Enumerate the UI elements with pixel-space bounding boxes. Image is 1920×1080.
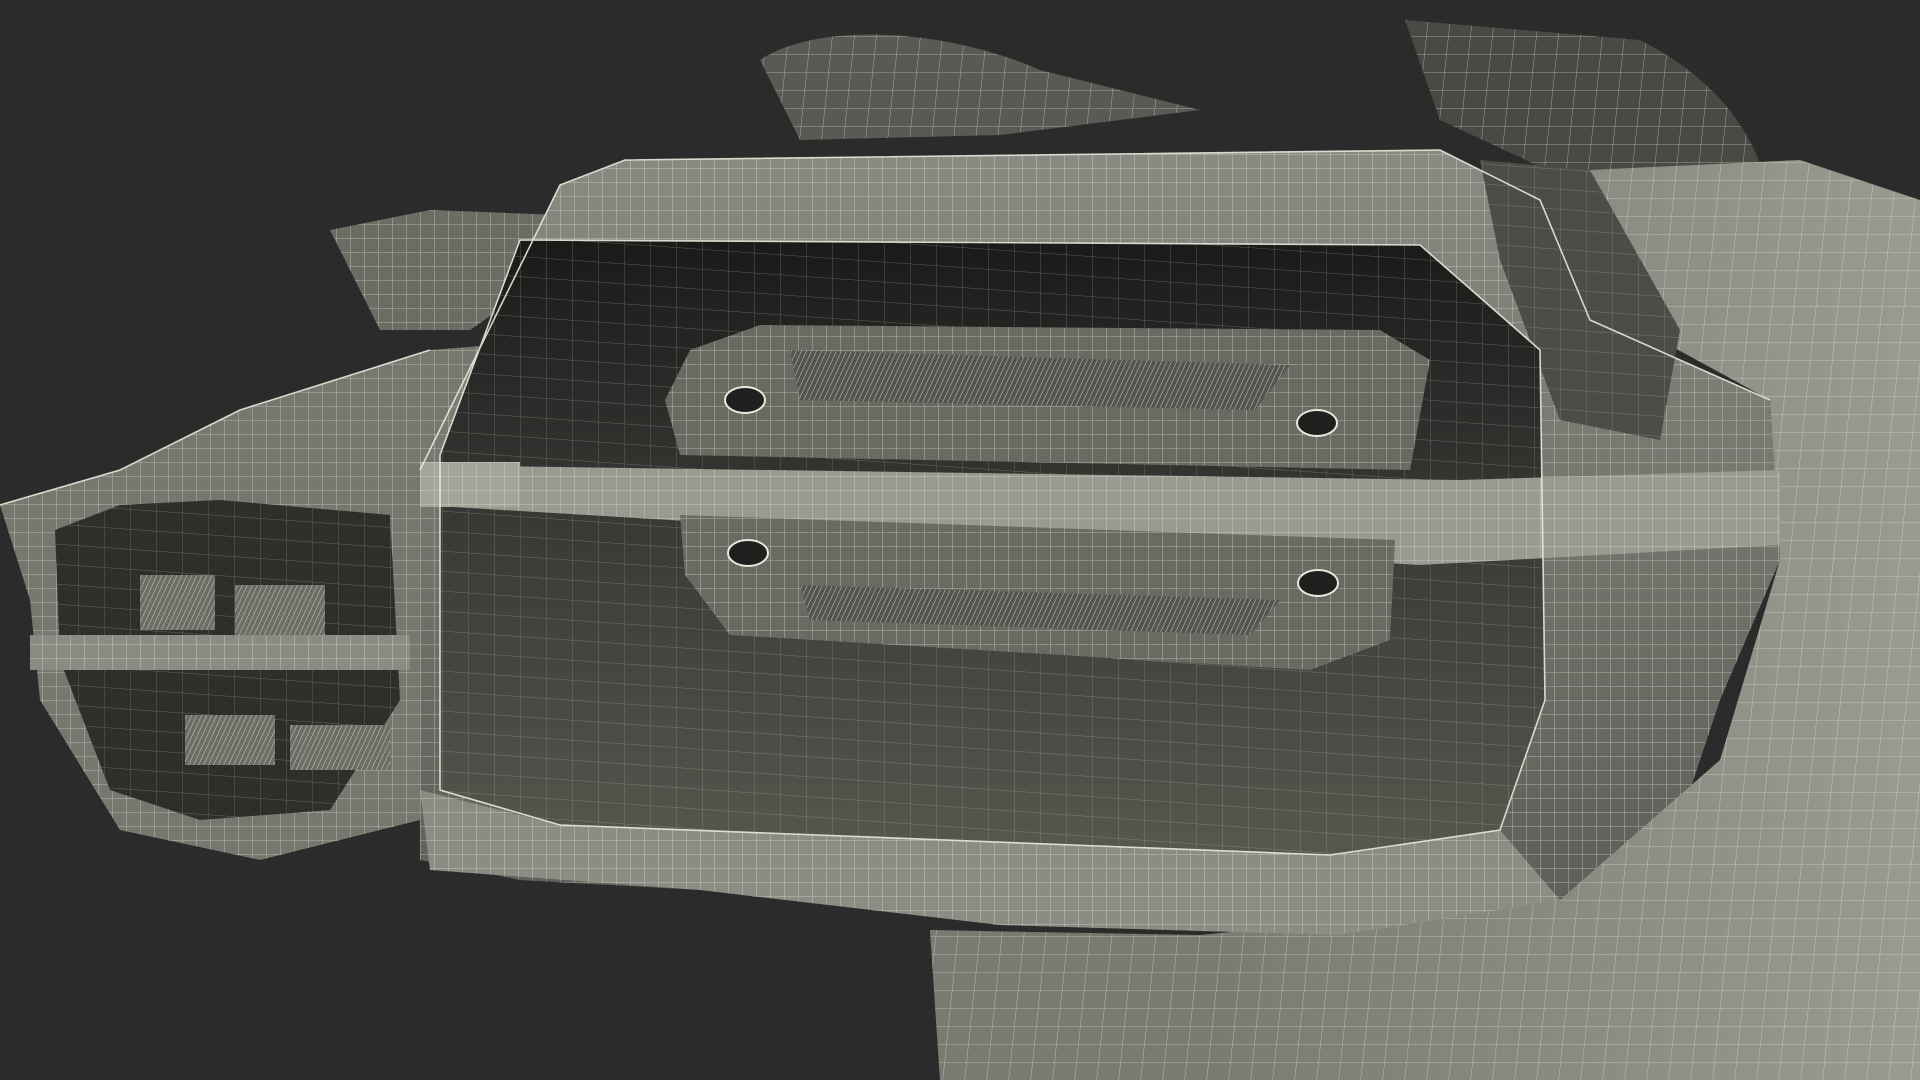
mount-hole-icon — [1296, 409, 1338, 437]
mount-hole-icon — [724, 386, 766, 414]
mount-hole-icon — [727, 539, 769, 567]
wireframe-render — [0, 0, 1920, 1080]
render-viewport — [0, 0, 1920, 1080]
mount-hole-icon — [1297, 569, 1339, 597]
upper-lamp-unit — [665, 325, 1430, 470]
